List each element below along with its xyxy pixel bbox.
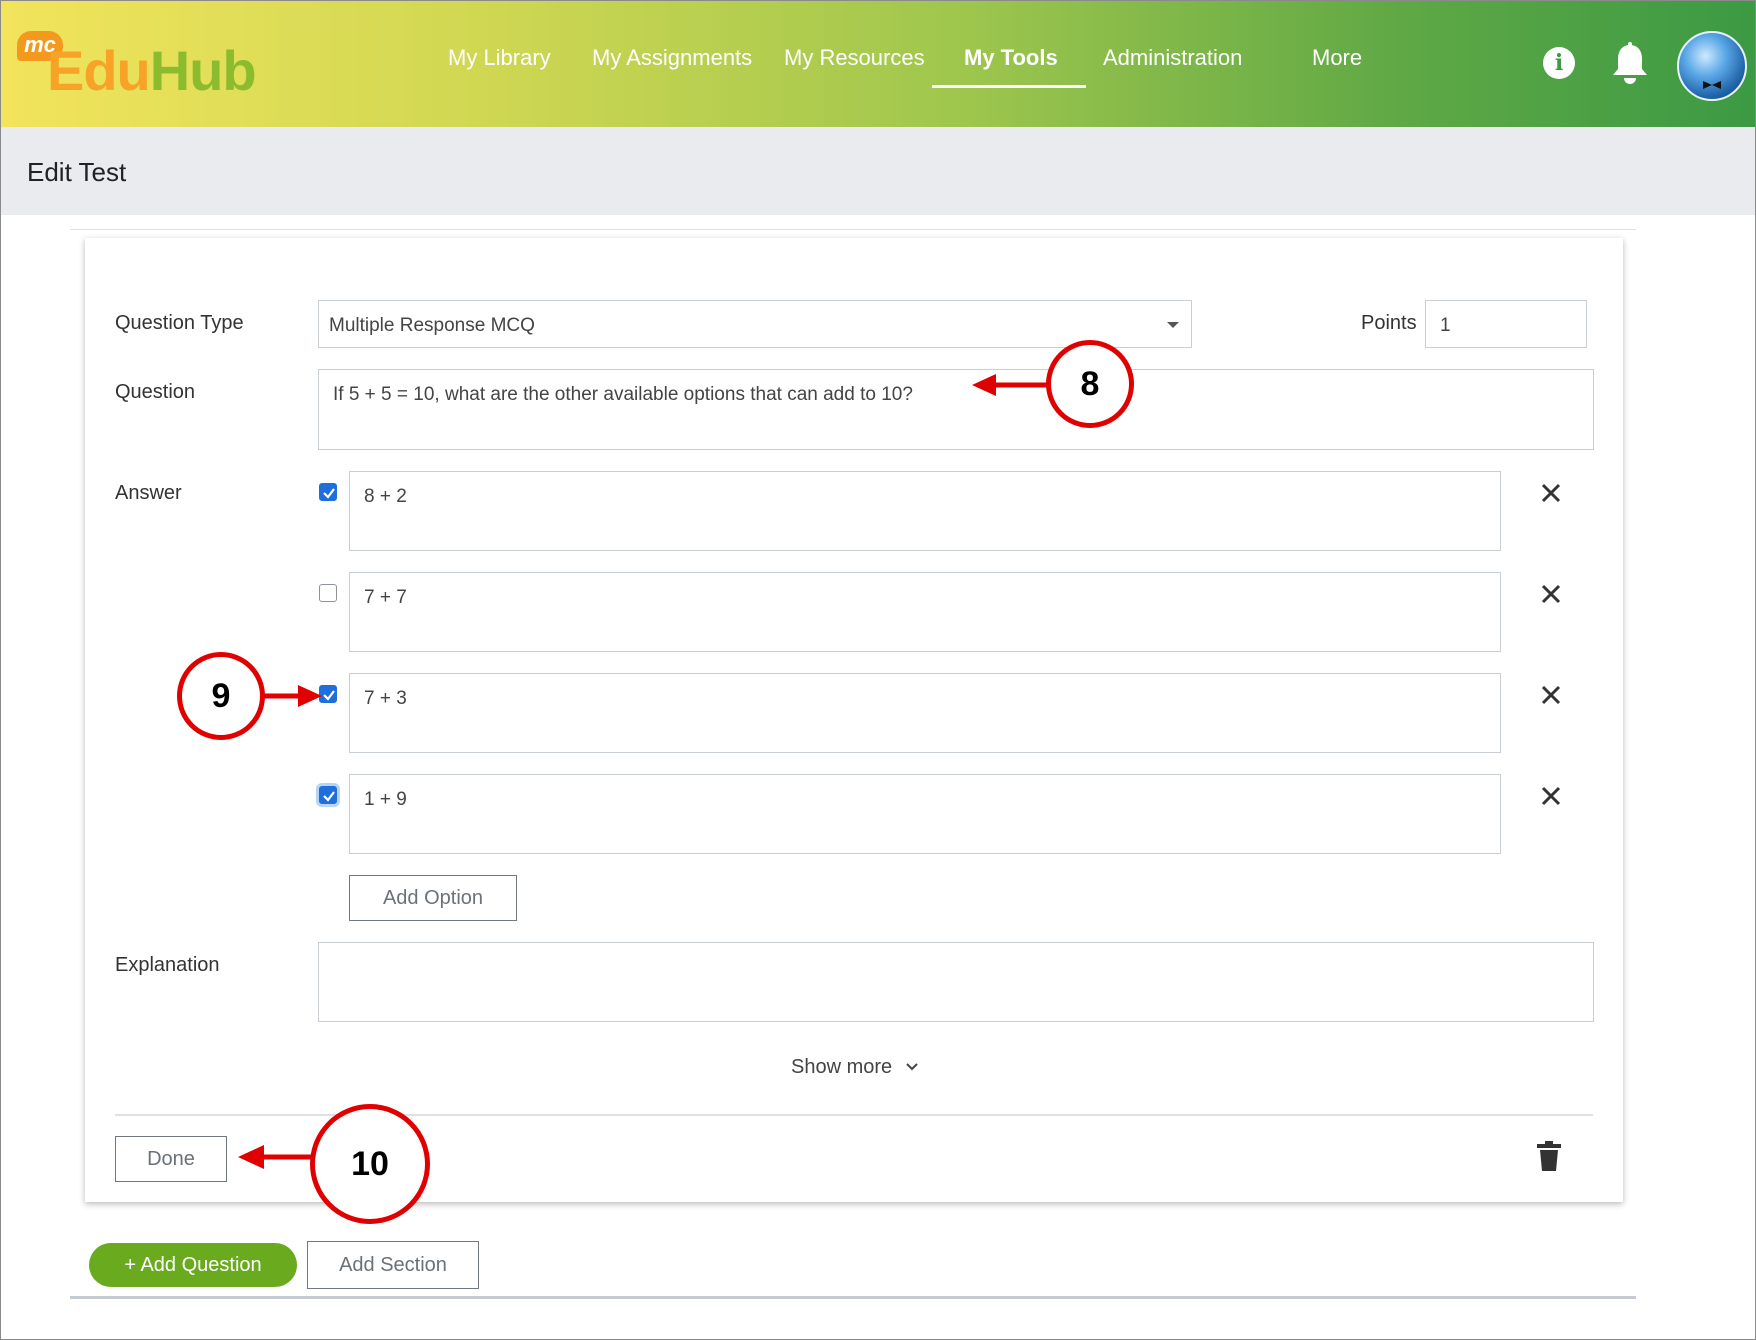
- nav-active-indicator: [932, 85, 1086, 88]
- answer-text-1: 8 + 2: [364, 486, 407, 507]
- question-type-value: Multiple Response MCQ: [329, 315, 535, 336]
- logo-text-edu: Edu: [47, 39, 151, 102]
- show-more-label: Show more: [791, 1056, 893, 1078]
- chevron-down-icon: [1167, 322, 1179, 328]
- divider-top: [70, 229, 1636, 230]
- add-option-button[interactable]: Add Option: [349, 875, 517, 921]
- question-label: Question: [115, 381, 196, 403]
- answer-text-3: 7 + 3: [364, 688, 407, 709]
- explanation-label: Explanation: [115, 954, 220, 976]
- question-type-label: Question Type: [115, 312, 244, 334]
- question-type-select[interactable]: Multiple Response MCQ: [318, 300, 1192, 348]
- nav-my-tools[interactable]: My Tools: [964, 45, 1058, 85]
- nav-my-resources[interactable]: My Resources: [784, 45, 925, 85]
- info-icon[interactable]: i: [1543, 47, 1575, 79]
- nav-administration[interactable]: Administration: [1103, 45, 1242, 85]
- eduhub-logo[interactable]: mc EduHub: [17, 31, 267, 103]
- annotation-arrow-9: [264, 685, 322, 707]
- answer-input-4[interactable]: 1 + 9: [349, 774, 1501, 854]
- top-navbar: mc EduHub My Library My Assignments My R…: [1, 1, 1755, 127]
- answer-text-4: 1 + 9: [364, 789, 407, 810]
- divider-bottom: [70, 1296, 1636, 1299]
- chevron-down-icon: [906, 1063, 918, 1071]
- add-section-button[interactable]: Add Section: [307, 1241, 479, 1289]
- nav-my-assignments[interactable]: My Assignments: [592, 45, 752, 85]
- answer-text-2: 7 + 7: [364, 587, 407, 608]
- question-text: If 5 + 5 = 10, what are the other availa…: [333, 384, 913, 405]
- question-input[interactable]: If 5 + 5 = 10, what are the other availa…: [318, 369, 1594, 450]
- answer-label: Answer: [115, 482, 182, 504]
- trash-icon[interactable]: [1535, 1140, 1563, 1172]
- remove-answer-4-close-icon[interactable]: [1540, 785, 1562, 807]
- bell-icon[interactable]: [1609, 41, 1651, 87]
- page-header: Edit Test: [1, 127, 1755, 215]
- remove-answer-2-close-icon[interactable]: [1540, 583, 1562, 605]
- answer-checkbox-1[interactable]: [319, 483, 337, 501]
- remove-answer-1-close-icon[interactable]: [1540, 482, 1562, 504]
- answer-input-3[interactable]: 7 + 3: [349, 673, 1501, 753]
- avatar[interactable]: [1677, 31, 1747, 101]
- annotation-arrow-10: [238, 1145, 314, 1169]
- answer-input-1[interactable]: 8 + 2: [349, 471, 1501, 551]
- explanation-input[interactable]: [318, 942, 1594, 1022]
- remove-answer-3-close-icon[interactable]: [1540, 684, 1562, 706]
- done-button[interactable]: Done: [115, 1136, 227, 1182]
- nav-my-library[interactable]: My Library: [448, 45, 551, 85]
- answer-input-2[interactable]: 7 + 7: [349, 572, 1501, 652]
- points-label: Points: [1361, 312, 1417, 334]
- page-title: Edit Test: [27, 157, 127, 187]
- logo-text: EduHub: [47, 39, 257, 103]
- question-editor-card: Question Type Multiple Response MCQ Poin…: [85, 238, 1623, 1202]
- points-value: 1: [1440, 315, 1451, 336]
- annotation-arrow-8: [972, 374, 1048, 396]
- annotation-callout-10: 10: [310, 1104, 430, 1224]
- add-question-button[interactable]: + Add Question: [89, 1243, 297, 1287]
- answer-checkbox-4[interactable]: [319, 786, 337, 804]
- answer-checkbox-2[interactable]: [319, 584, 337, 602]
- annotation-callout-8: 8: [1046, 340, 1134, 428]
- logo-text-hub: Hub: [149, 39, 257, 102]
- annotation-callout-9: 9: [177, 652, 265, 740]
- nav-more[interactable]: More: [1312, 45, 1362, 85]
- points-input[interactable]: 1: [1425, 300, 1587, 348]
- show-more-toggle[interactable]: Show more: [791, 1056, 920, 1079]
